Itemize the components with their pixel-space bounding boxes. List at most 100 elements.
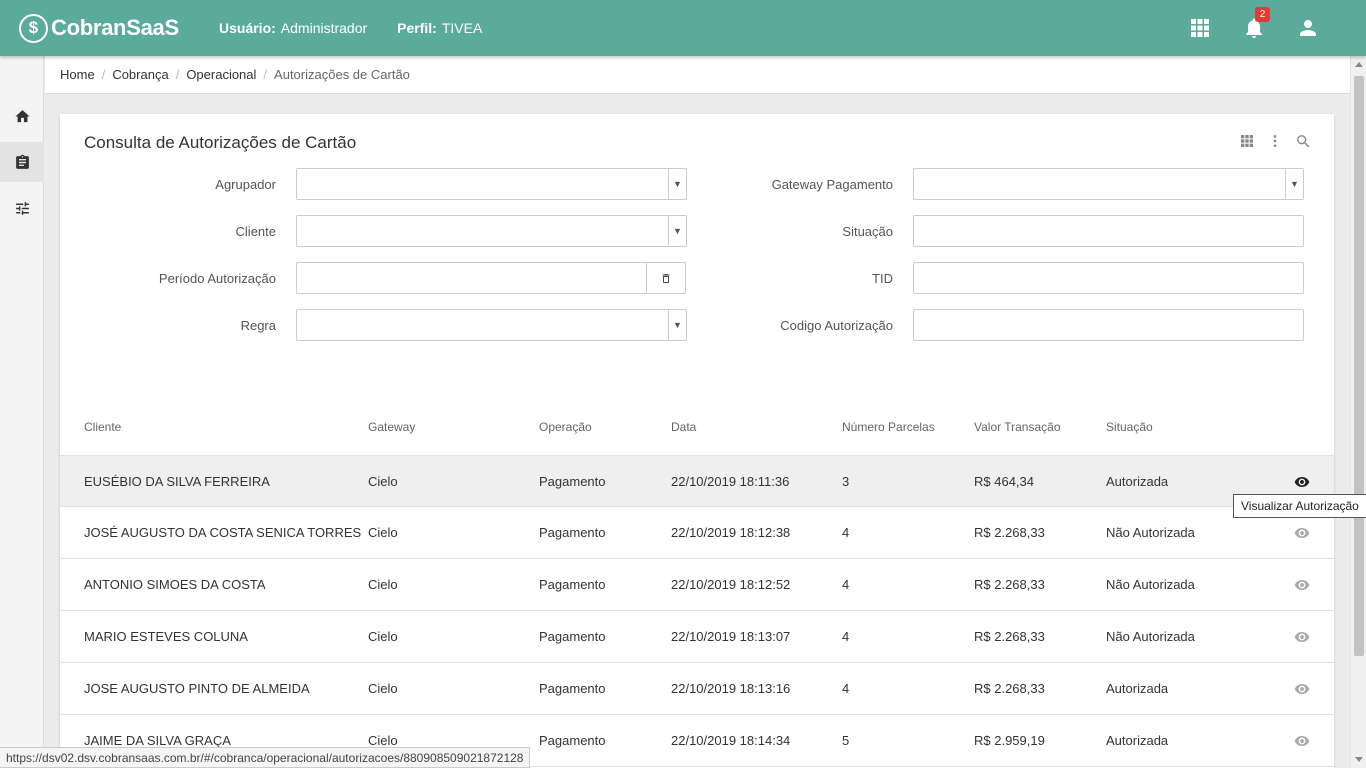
cell-valor: R$ 464,34 <box>974 474 1034 489</box>
periodo-label: Período Autorização <box>158 271 276 286</box>
breadcrumb-separator: / <box>263 67 268 82</box>
table-row[interactable]: MARIO ESTEVES COLUNA Cielo Pagamento 22/10/… <box>60 611 1334 663</box>
periodo-input[interactable] <box>296 262 686 294</box>
situacao-input[interactable] <box>913 215 1304 247</box>
col-operacao[interactable]: Operação <box>539 420 592 434</box>
gateway-label: Gateway Pagamento <box>771 177 893 192</box>
col-valor[interactable]: Valor Transação <box>974 420 1061 434</box>
notification-badge: 2 <box>1255 7 1270 22</box>
agrupador-select[interactable]: ▼ <box>296 168 687 200</box>
sidebar-item-home[interactable] <box>0 96 44 136</box>
cell-operacao: Pagamento <box>539 577 606 592</box>
cell-parcelas: 4 <box>842 629 850 644</box>
breadcrumb: Home / Cobrança / Operacional / Autoriza… <box>45 56 1350 94</box>
cell-data: 22/10/2019 18:13:07 <box>671 629 791 644</box>
user-icon[interactable] <box>1296 16 1320 40</box>
cell-cliente: ANTONIO SIMOES DA COSTA <box>84 577 266 592</box>
tooltip: Visualizar Autorização <box>1233 494 1366 518</box>
trash-icon <box>662 273 670 283</box>
page-title: Consulta de Autorizações de Cartão <box>84 133 357 152</box>
cell-operacao: Pagamento <box>539 525 606 540</box>
clear-date-button[interactable] <box>646 263 685 293</box>
view-authorization-icon[interactable] <box>1294 681 1310 697</box>
cell-situacao: Não Autorizada <box>1106 577 1195 592</box>
sidebar-item-clipboard[interactable] <box>0 142 44 182</box>
cell-data: 22/10/2019 18:13:16 <box>671 681 791 696</box>
logo[interactable]: $ CobranSaaS <box>19 13 219 43</box>
table-row[interactable]: JOSE AUGUSTO PINTO DE ALMEIDA Cielo Pagame… <box>60 663 1334 715</box>
view-authorization-icon[interactable] <box>1294 629 1310 645</box>
grid-view-icon[interactable] <box>1238 132 1256 150</box>
cell-operacao: Pagamento <box>539 733 606 748</box>
table-row[interactable]: ANTONIO SIMOES DA COSTA Cielo Pagamento 22/… <box>60 559 1334 611</box>
home-icon <box>14 109 30 122</box>
chevron-down-icon[interactable]: ▼ <box>668 310 686 340</box>
cell-data: 22/10/2019 18:11:36 <box>671 474 790 489</box>
tid-input[interactable] <box>913 262 1304 294</box>
regra-select[interactable]: ▼ <box>296 309 687 341</box>
cell-situacao: Autorizada <box>1106 733 1169 748</box>
more-vert-icon[interactable] <box>1266 132 1284 150</box>
cell-situacao: Não Autorizada <box>1106 525 1195 540</box>
search-card: Consulta de Autorizações de Cartão Agrup… <box>60 114 1334 768</box>
cell-parcelas: 4 <box>842 577 850 592</box>
cell-cliente: JOSÉ AUGUSTO DA COSTA SENICA TORRES <box>84 525 362 540</box>
breadcrumb-home[interactable]: Home <box>60 67 95 82</box>
table-row[interactable]: JOSÉ AUGUSTO DA COSTA SENICA TORRES Cielo… <box>60 507 1334 559</box>
col-parcelas[interactable]: Número Parcelas <box>842 420 935 434</box>
codigo-label: Codigo Autorização <box>780 318 893 333</box>
col-data[interactable]: Data <box>671 420 696 434</box>
user-info: Usuário: Administrador <box>219 20 367 36</box>
cell-cliente: JOSE AUGUSTO PINTO DE ALMEIDA <box>84 681 310 696</box>
cell-situacao: Autorizada <box>1106 474 1169 489</box>
sliders-icon <box>15 201 29 215</box>
cell-parcelas: 5 <box>842 733 850 748</box>
cell-valor: R$ 2.268,33 <box>974 577 1045 592</box>
gateway-select[interactable]: ▼ <box>913 168 1304 200</box>
cell-data: 22/10/2019 18:12:38 <box>671 525 791 540</box>
cell-data: 22/10/2019 18:12:52 <box>671 577 791 592</box>
scroll-down-icon[interactable] <box>1355 757 1363 762</box>
col-cliente[interactable]: Cliente <box>84 420 121 434</box>
view-authorization-icon[interactable] <box>1294 525 1310 541</box>
chevron-down-icon[interactable]: ▼ <box>1285 169 1303 199</box>
breadcrumb-operacional[interactable]: Operacional <box>186 67 256 82</box>
cliente-label: Cliente <box>235 224 276 239</box>
cell-data: 22/10/2019 18:14:34 <box>671 733 791 748</box>
usuario-value: Administrador <box>280 20 368 36</box>
situacao-label: Situação <box>842 224 893 239</box>
scroll-thumb[interactable] <box>1354 76 1364 656</box>
breadcrumb-separator: / <box>101 67 106 82</box>
codigo-input[interactable] <box>913 309 1304 341</box>
view-authorization-icon[interactable] <box>1294 474 1310 490</box>
cell-gateway: Cielo <box>368 577 398 592</box>
chevron-down-icon[interactable]: ▼ <box>668 216 686 246</box>
cell-gateway: Cielo <box>368 681 398 696</box>
cell-parcelas: 4 <box>842 525 850 540</box>
page-scrollbar[interactable] <box>1350 56 1366 768</box>
cell-situacao: Não Autorizada <box>1106 629 1195 644</box>
profile-info: Perfil: TIVEA <box>397 20 482 36</box>
cell-parcelas: 3 <box>842 474 850 489</box>
perfil-value: TIVEA <box>441 20 483 36</box>
cliente-select[interactable]: ▼ <box>296 215 687 247</box>
sidebar-item-settings[interactable] <box>0 188 44 228</box>
view-authorization-icon[interactable] <box>1294 733 1310 749</box>
scroll-up-icon[interactable] <box>1355 62 1363 67</box>
cell-valor: R$ 2.959,19 <box>974 733 1045 748</box>
chevron-down-icon[interactable]: ▼ <box>668 169 686 199</box>
cell-operacao: Pagamento <box>539 681 606 696</box>
search-icon[interactable] <box>1294 132 1312 150</box>
col-situacao[interactable]: Situação <box>1106 420 1153 434</box>
apps-grid-icon[interactable] <box>1188 16 1212 40</box>
tid-label: TID <box>872 271 893 286</box>
breadcrumb-cobranca[interactable]: Cobrança <box>112 67 168 82</box>
bell-icon[interactable]: 2 <box>1242 7 1270 40</box>
view-authorization-icon[interactable] <box>1294 577 1310 593</box>
clipboard-icon <box>15 154 29 169</box>
cell-cliente: EUSÉBIO DA SILVA FERREIRA <box>84 474 270 489</box>
table-row[interactable]: EUSÉBIO DA SILVA FERREIRA Cielo Pagamento 2… <box>60 455 1334 507</box>
col-gateway[interactable]: Gateway <box>368 420 415 434</box>
cell-operacao: Pagamento <box>539 629 606 644</box>
cell-valor: R$ 2.268,33 <box>974 681 1045 696</box>
